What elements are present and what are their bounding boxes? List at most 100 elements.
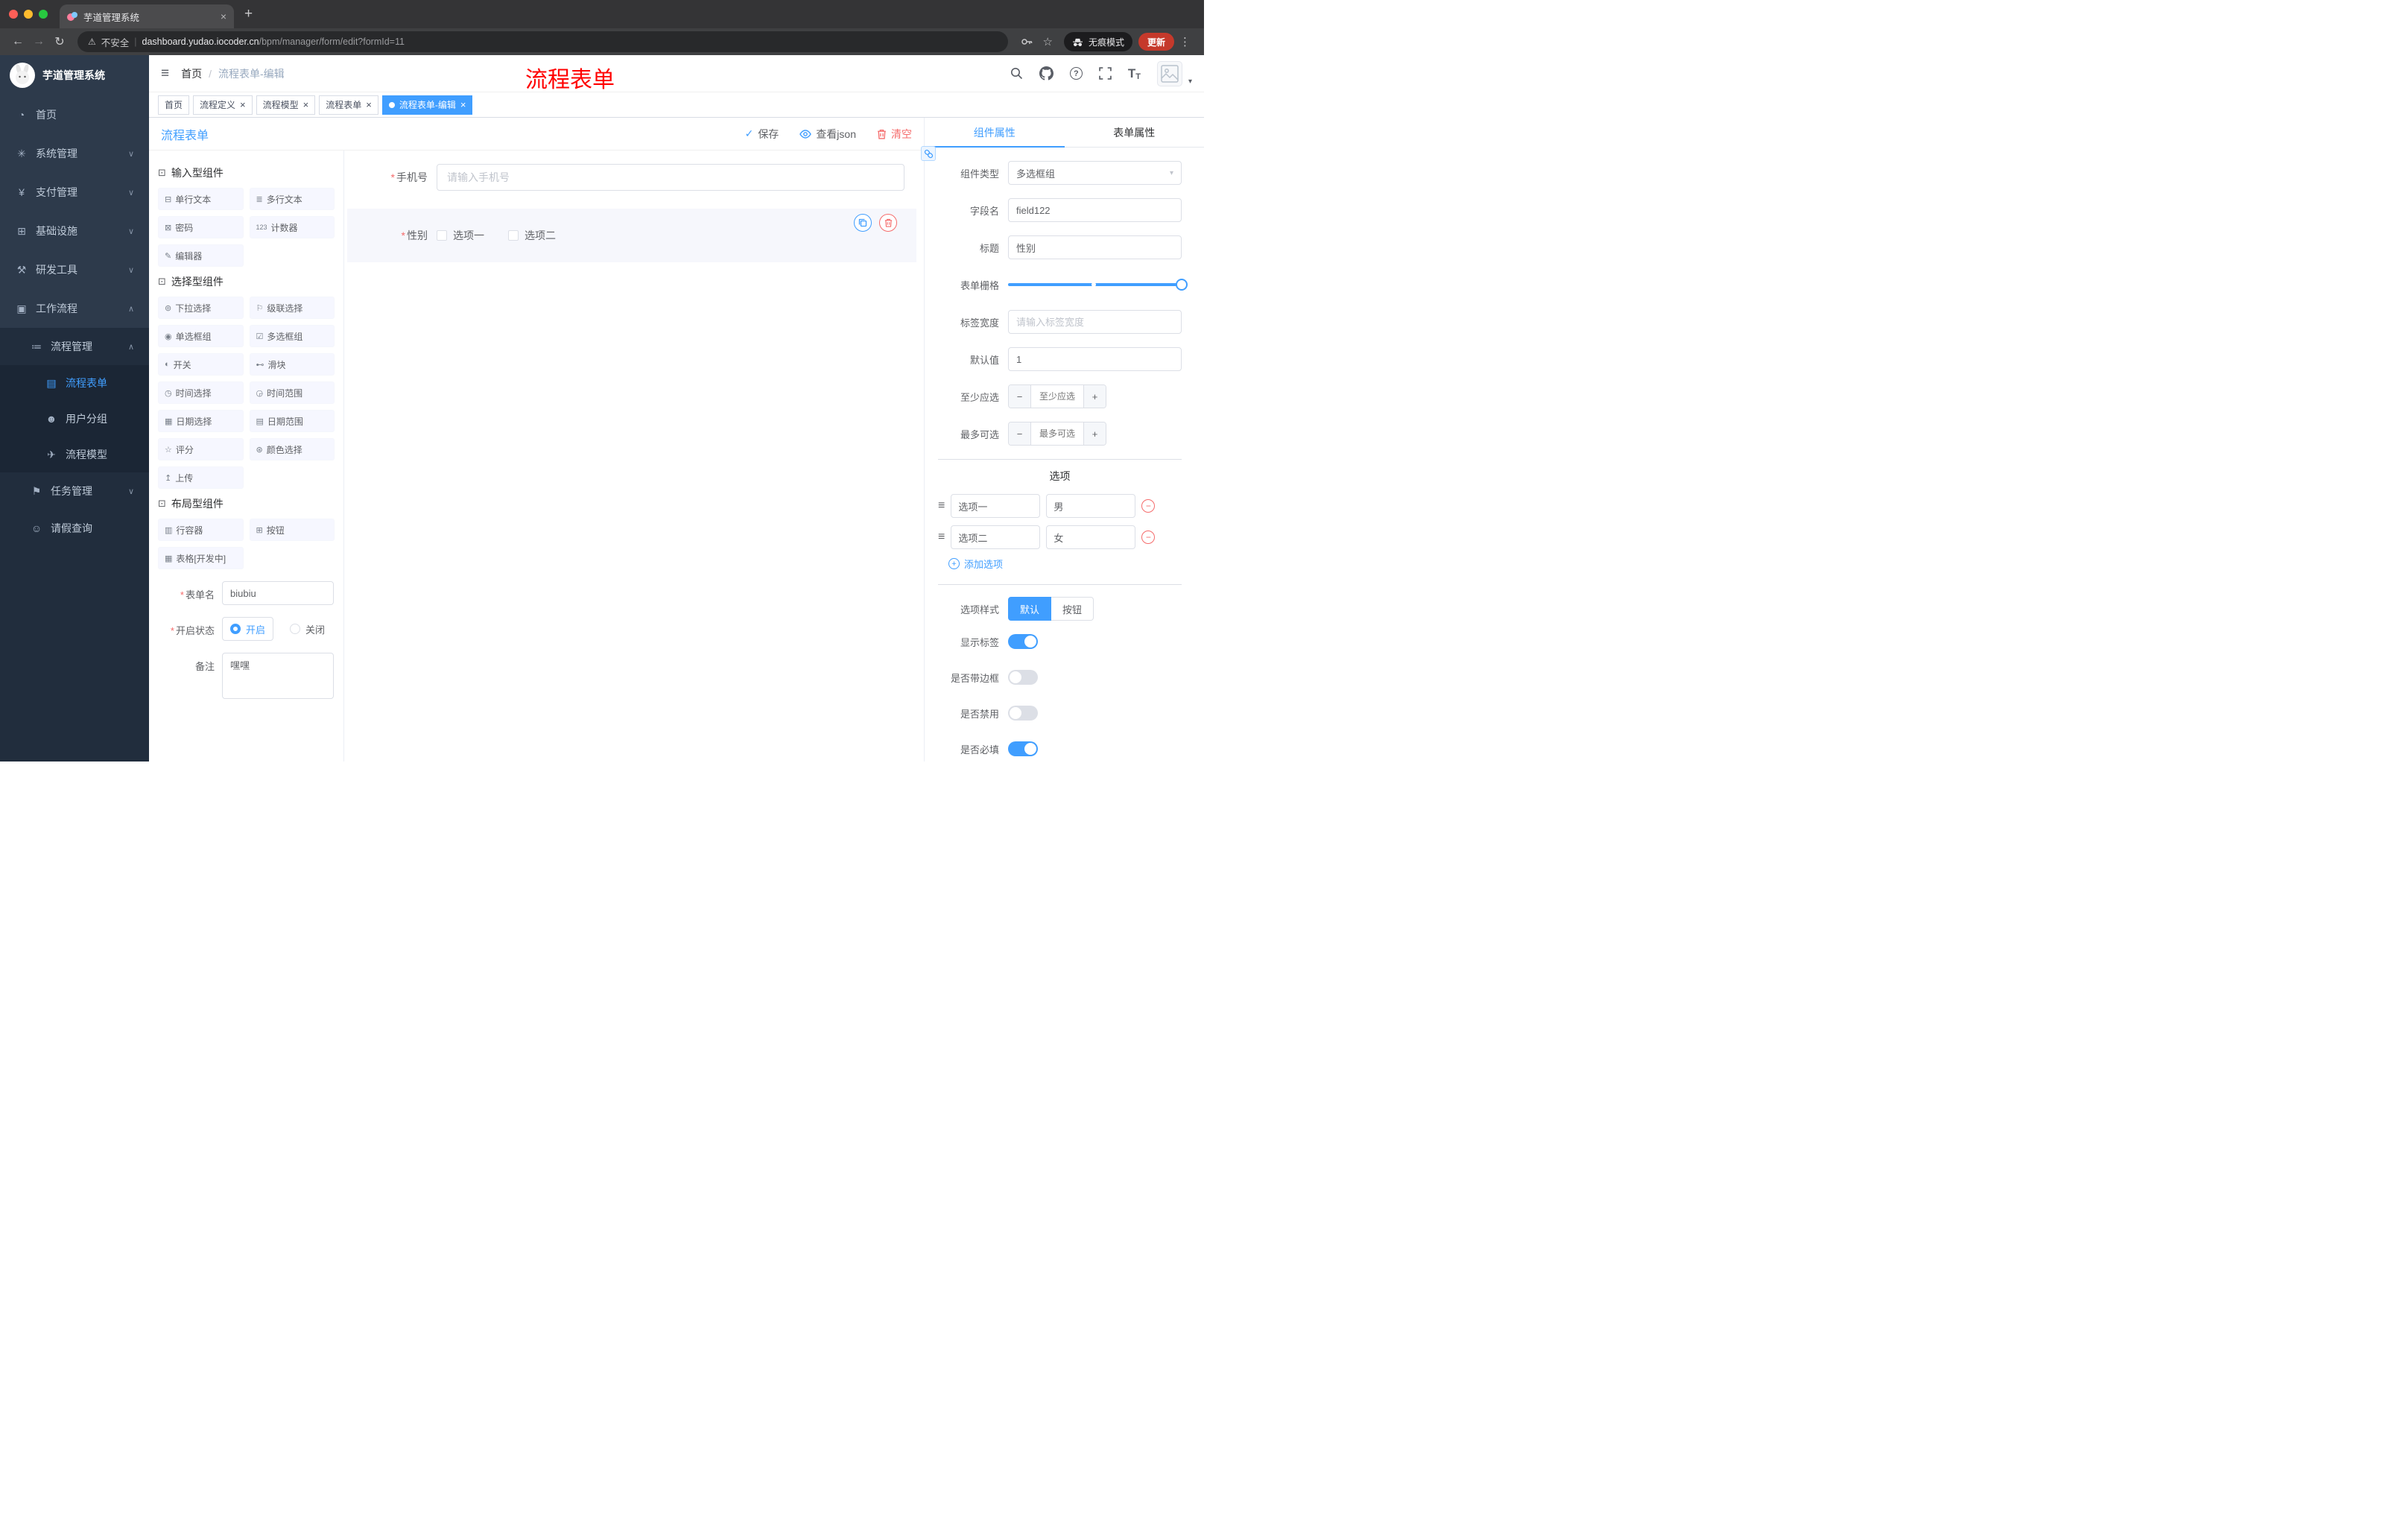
palette-item-switch[interactable]: ◐ 开关 (158, 353, 244, 376)
save-button[interactable]: ✓ 保存 (745, 127, 779, 142)
option-2-value-input[interactable] (1046, 525, 1136, 549)
add-option-button[interactable]: + 添加选项 (948, 557, 1182, 571)
tag-close-icon[interactable]: × (460, 99, 466, 110)
required-toggle[interactable] (1008, 741, 1038, 756)
remove-option-button[interactable]: − (1141, 531, 1156, 544)
field-name-input[interactable] (1008, 198, 1182, 222)
tag-close-icon[interactable]: × (240, 99, 246, 110)
maximize-window-button[interactable] (39, 10, 48, 19)
palette-item-rate[interactable]: ☆ 评分 (158, 438, 244, 460)
sidebar-item-user-group[interactable]: ☻ 用户分组 (0, 401, 149, 437)
remark-textarea[interactable]: 嘿嘿 (222, 653, 334, 699)
style-default-button[interactable]: 默认 (1008, 597, 1052, 621)
palette-item-time-range[interactable]: ◶ 时间范围 (249, 381, 335, 404)
palette-item-multi-text[interactable]: ≣ 多行文本 (249, 188, 335, 210)
palette-item-select[interactable]: ⊚ 下拉选择 (158, 297, 244, 319)
tab-form-props[interactable]: 表单属性 (1065, 118, 1205, 147)
disabled-toggle[interactable] (1008, 706, 1038, 721)
palette-item-button[interactable]: ⊞ 按钮 (249, 519, 335, 541)
title-input[interactable] (1008, 235, 1182, 259)
sidebar-item-process-mgmt[interactable]: ≔ 流程管理 ∧ (0, 328, 149, 365)
option-2-label-input[interactable] (951, 525, 1041, 549)
palette-item-date-range[interactable]: ▤ 日期范围 (249, 410, 335, 432)
option-1-value-input[interactable] (1046, 494, 1136, 518)
reload-icon[interactable]: ↻ (49, 34, 70, 49)
style-button-button[interactable]: 按钮 (1051, 597, 1094, 621)
view-json-button[interactable]: 查看json (799, 127, 856, 142)
close-window-button[interactable] (9, 10, 18, 19)
phone-input[interactable] (437, 164, 904, 191)
palette-item-table[interactable]: ▦ 表格[开发中] (158, 547, 244, 569)
delete-field-button[interactable] (879, 214, 897, 232)
sidebar-item-home[interactable]: ◔ 首页 (0, 95, 149, 134)
palette-item-date-picker[interactable]: ▦ 日期选择 (158, 410, 244, 432)
canvas-field-phone[interactable]: * 手机号 (364, 164, 904, 191)
sidebar-item-process-model[interactable]: ✈ 流程模型 (0, 437, 149, 472)
sidebar-item-infrastructure[interactable]: ⊞ 基础设施 ∨ (0, 212, 149, 250)
status-off-radio[interactable]: 关闭 (290, 622, 325, 636)
component-type-select[interactable]: 多选框组 ▾ (1008, 161, 1182, 185)
collapse-sidebar-icon[interactable]: ≡ (161, 66, 169, 82)
default-value-input[interactable] (1008, 347, 1182, 371)
slider-handle[interactable] (1176, 279, 1188, 291)
palette-item-editor[interactable]: ✎ 编辑器 (158, 244, 244, 267)
palette-item-color-picker[interactable]: ⊛ 颜色选择 (249, 438, 335, 460)
sidebar-item-devtools[interactable]: ⚒ 研发工具 ∨ (0, 250, 149, 289)
new-tab-button[interactable]: + (244, 0, 253, 28)
browser-update-button[interactable]: 更新 (1138, 33, 1174, 51)
browser-menu-icon[interactable]: ⋮ (1179, 35, 1191, 48)
sidebar-item-leave-query[interactable]: ☺ 请假查询 (0, 510, 149, 547)
sidebar-item-system[interactable]: ✳ 系统管理 ∨ (0, 134, 149, 173)
sidebar-item-payment[interactable]: ¥ 支付管理 ∨ (0, 173, 149, 212)
drag-handle-icon[interactable]: ≡ (938, 531, 945, 544)
palette-item-checkbox-group[interactable]: ☑ 多选框组 (249, 325, 335, 347)
min-select-input[interactable] (1031, 385, 1083, 408)
drag-handle-icon[interactable]: ≡ (938, 499, 945, 513)
duplicate-field-button[interactable] (854, 214, 872, 232)
gender-option-1-checkbox[interactable]: 选项一 (437, 228, 484, 243)
sidebar-item-workflow[interactable]: ▣ 工作流程 ∧ (0, 289, 149, 328)
palette-item-row-container[interactable]: ▥ 行容器 (158, 519, 244, 541)
remove-option-button[interactable]: − (1141, 499, 1156, 513)
minimize-window-button[interactable] (24, 10, 33, 19)
avatar-caret-icon[interactable]: ▾ (1188, 77, 1192, 86)
palette-item-single-text[interactable]: ⊟ 单行文本 (158, 188, 244, 210)
option-1-label-input[interactable] (951, 494, 1041, 518)
with-border-toggle[interactable] (1008, 670, 1038, 685)
font-size-icon[interactable]: TT (1128, 66, 1141, 81)
palette-item-time-picker[interactable]: ◷ 时间选择 (158, 381, 244, 404)
app-logo[interactable]: 芋道管理系统 (0, 55, 149, 95)
back-icon[interactable]: ← (7, 35, 28, 48)
forward-icon[interactable]: → (28, 35, 49, 48)
tag-process-form[interactable]: 流程表单 × (319, 95, 378, 115)
grid-slider[interactable] (1008, 273, 1188, 297)
tab-close-icon[interactable]: × (221, 10, 226, 22)
fullscreen-icon[interactable] (1099, 67, 1112, 80)
sidebar-item-task-mgmt[interactable]: ⚑ 任务管理 ∨ (0, 472, 149, 510)
palette-item-slider[interactable]: ⊷ 滑块 (249, 353, 335, 376)
palette-item-cascader[interactable]: ⚐ 级联选择 (249, 297, 335, 319)
gender-option-2-checkbox[interactable]: 选项二 (508, 228, 556, 243)
tab-component-props[interactable]: 组件属性 (925, 118, 1065, 148)
stepper-increase-button[interactable]: + (1083, 385, 1106, 408)
stepper-increase-button[interactable]: + (1083, 422, 1106, 445)
user-avatar[interactable] (1156, 60, 1182, 86)
tag-close-icon[interactable]: × (366, 99, 372, 110)
clear-button[interactable]: 清空 (877, 127, 912, 142)
palette-item-radio-group[interactable]: ◉ 单选框组 (158, 325, 244, 347)
breadcrumb-home[interactable]: 首页 (181, 66, 202, 81)
tag-process-definition[interactable]: 流程定义 × (193, 95, 253, 115)
label-width-input[interactable] (1008, 310, 1182, 334)
address-bar[interactable]: ⚠ 不安全 | dashboard.yudao.iocoder.cn/bpm/m… (77, 31, 1008, 52)
tag-close-icon[interactable]: × (303, 99, 309, 110)
sidebar-item-process-form[interactable]: ▤ 流程表单 (0, 365, 149, 401)
palette-item-upload[interactable]: ↥ 上传 (158, 466, 244, 489)
form-name-input[interactable] (222, 581, 334, 605)
tag-process-form-edit[interactable]: 流程表单-编辑 × (381, 95, 473, 115)
max-select-input[interactable] (1031, 422, 1083, 445)
tag-process-model[interactable]: 流程模型 × (256, 95, 316, 115)
stepper-decrease-button[interactable]: − (1009, 422, 1031, 445)
palette-item-password[interactable]: ⊠ 密码 (158, 216, 244, 238)
bookmark-star-icon[interactable]: ☆ (1043, 35, 1053, 48)
palette-item-counter[interactable]: 123 计数器 (249, 216, 335, 238)
